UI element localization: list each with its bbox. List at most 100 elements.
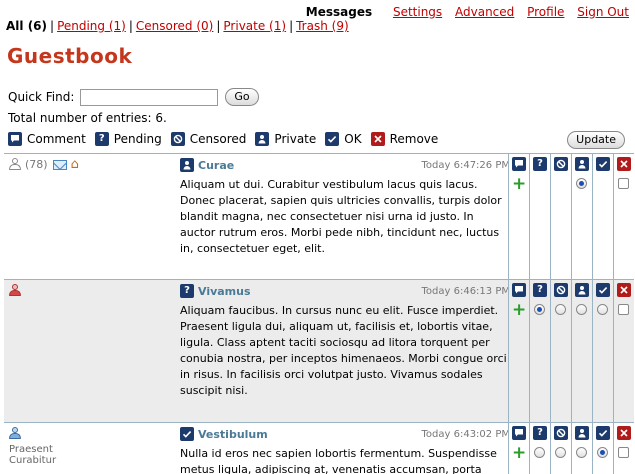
col-pending: ? — [529, 423, 550, 474]
question-mark-icon: ? — [94, 132, 109, 146]
mail-icon[interactable] — [52, 159, 67, 170]
checkmark-icon — [596, 157, 610, 171]
col-comment: + — [508, 423, 529, 474]
legend-pending-label: Pending — [113, 132, 162, 146]
nav-signout[interactable]: Sign Out — [577, 5, 629, 19]
x-icon — [617, 157, 631, 171]
legend-censored-label: Censored — [189, 132, 247, 146]
legend-comment: Comment — [8, 132, 86, 146]
user-icon — [575, 283, 589, 297]
x-icon — [617, 283, 631, 297]
user-icon — [180, 158, 194, 172]
user-icon — [9, 158, 21, 171]
entry-message: Curae Today 6:47:26 PM Aliquam ut dui. C… — [180, 158, 510, 257]
filter-separator: | — [50, 19, 55, 33]
checkmark-icon — [596, 426, 610, 440]
question-mark-icon: ? — [533, 157, 547, 171]
status-legend: Comment ? Pending Censored Private OK Rem… — [8, 132, 447, 146]
table-row: (78) ⌂ Curae Today 6:47:26 PM Aliquam ut… — [4, 154, 634, 280]
user-icon — [255, 132, 270, 146]
go-button[interactable]: Go — [225, 88, 259, 106]
update-button[interactable]: Update — [567, 131, 625, 149]
ok-radio[interactable] — [597, 304, 608, 315]
filter-trash[interactable]: Trash (9) — [296, 19, 349, 33]
table-row: Praesent Curabitur Vestibulum Today 6:43… — [4, 423, 634, 474]
legend-censored: Censored — [170, 132, 247, 146]
nav-advanced[interactable]: Advanced — [455, 5, 514, 19]
legend-ok-label: OK — [344, 132, 362, 146]
filter-censored[interactable]: Censored (0) — [136, 19, 213, 33]
censored-radio[interactable] — [555, 447, 566, 458]
user-icon — [9, 427, 21, 440]
entries-table: (78) ⌂ Curae Today 6:47:26 PM Aliquam ut… — [4, 153, 634, 474]
filter-all[interactable]: All (6) — [6, 19, 47, 33]
entry-subject[interactable]: Vestibulum — [198, 428, 268, 441]
no-entry-icon — [554, 426, 568, 440]
col-remove — [613, 423, 634, 474]
private-radio[interactable] — [576, 304, 587, 315]
col-comment: + — [508, 280, 529, 422]
col-censored — [550, 154, 571, 279]
filter-private[interactable]: Private (1) — [223, 19, 286, 33]
nav-profile[interactable]: Profile — [527, 5, 564, 19]
entry-text: Nulla id eros nec sapien lobortis fermen… — [180, 447, 497, 474]
home-icon[interactable]: ⌂ — [71, 158, 79, 171]
censored-radio[interactable] — [555, 304, 566, 315]
remove-checkbox[interactable] — [618, 447, 629, 458]
entry-text: Aliquam ut dui. Curabitur vestibulum lac… — [180, 178, 502, 255]
col-ok — [592, 280, 613, 422]
x-icon — [617, 426, 631, 440]
legend-remove: Remove — [370, 132, 439, 146]
quick-find-label: Quick Find: — [8, 90, 75, 104]
ok-radio[interactable] — [597, 447, 608, 458]
filter-separator: | — [128, 19, 133, 33]
quick-find: Quick Find: Go — [8, 88, 259, 106]
speech-bubble-icon — [8, 132, 22, 146]
col-private — [571, 280, 592, 422]
question-mark-icon: ? — [533, 283, 547, 297]
col-ok — [592, 154, 613, 279]
add-comment-icon[interactable]: + — [512, 302, 526, 319]
entry-timestamp: Today 6:43:02 PM — [421, 428, 511, 440]
nav-messages[interactable]: Messages — [306, 5, 372, 19]
add-comment-icon[interactable]: + — [512, 445, 526, 462]
pending-radio[interactable] — [534, 447, 545, 458]
legend-remove-label: Remove — [389, 132, 439, 146]
filter-pending[interactable]: Pending (1) — [57, 19, 126, 33]
legend-pending: ? Pending — [94, 132, 162, 146]
entry-meta — [9, 284, 169, 297]
entry-timestamp: Today 6:47:26 PM — [421, 159, 511, 171]
page-title: Guestbook — [7, 44, 133, 68]
col-private — [571, 154, 592, 279]
entry-count: (78) — [25, 158, 48, 171]
pending-radio[interactable] — [534, 304, 545, 315]
legend-ok: OK — [325, 132, 362, 146]
quick-find-input[interactable] — [80, 88, 219, 106]
add-comment-icon[interactable]: + — [512, 176, 526, 193]
filter-separator: | — [216, 19, 221, 33]
no-entry-icon — [554, 283, 568, 297]
checkmark-icon — [325, 132, 340, 146]
x-icon — [370, 132, 385, 146]
user-icon — [575, 157, 589, 171]
col-ok — [592, 423, 613, 474]
nav-settings[interactable]: Settings — [393, 5, 442, 19]
col-remove — [613, 154, 634, 279]
remove-checkbox[interactable] — [618, 178, 629, 189]
entry-message: ? Vivamus Today 6:46:13 PM Aliquam fauci… — [180, 284, 510, 399]
table-row: ? Vivamus Today 6:46:13 PM Aliquam fauci… — [4, 280, 634, 423]
speech-bubble-icon — [512, 157, 526, 171]
no-entry-icon — [170, 132, 185, 146]
speech-bubble-icon — [512, 426, 526, 440]
private-radio[interactable] — [576, 447, 587, 458]
remove-checkbox[interactable] — [618, 304, 629, 315]
status-filter-bar: All (6) | Pending (1) | Censored (0) | Private… — [6, 19, 349, 33]
col-comment: + — [508, 154, 529, 279]
entry-subject[interactable]: Curae — [198, 159, 234, 172]
total-entries: Total number of entries: 6. — [8, 111, 167, 125]
entry-subject[interactable]: Vivamus — [198, 285, 251, 298]
checkmark-icon — [180, 427, 194, 441]
col-private — [571, 423, 592, 474]
private-radio[interactable] — [576, 178, 587, 189]
user-icon — [575, 426, 589, 440]
